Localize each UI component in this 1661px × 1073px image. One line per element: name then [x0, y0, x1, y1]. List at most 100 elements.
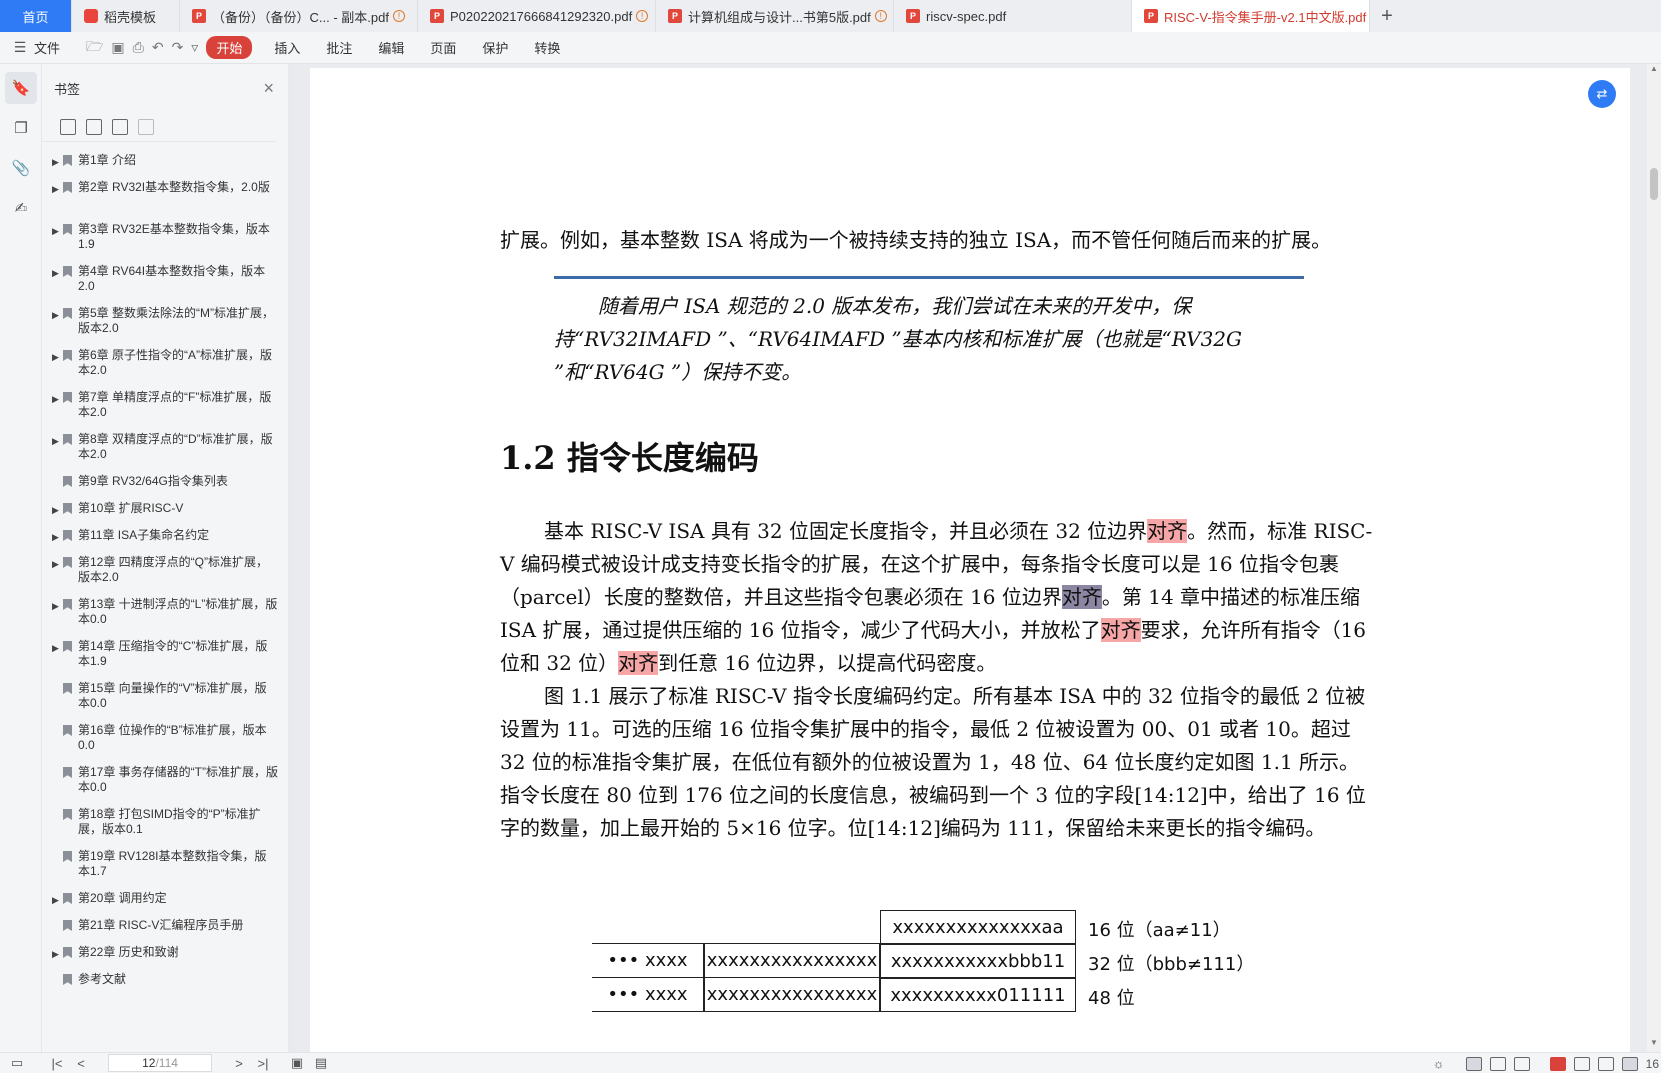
- menu-protect[interactable]: 保护: [482, 38, 508, 57]
- expand-all-icon[interactable]: [60, 118, 76, 135]
- tab-pdf-active[interactable]: PRISC-V-指令集手册-v2.1中文版.pdf×: [1132, 0, 1370, 32]
- bookmark-item[interactable]: ▶ 第13章 十进制浮点的“L”标准扩展，版本0.0: [42, 594, 288, 636]
- chevron-right-icon[interactable]: ▶: [52, 224, 62, 239]
- bookmark-item[interactable]: ▶ 第20章 调用约定: [42, 888, 288, 915]
- tab-pdf-2[interactable]: P P020220217666841292320.pdf!: [418, 0, 656, 32]
- translate-icon[interactable]: ⇄: [1588, 80, 1616, 108]
- tab-docer[interactable]: 稻壳模板: [72, 0, 180, 32]
- bookmark-item[interactable]: ▶ 第7章 单精度浮点的“F”标准扩展，版本2.0: [42, 387, 288, 429]
- chevron-right-icon[interactable]: ▶: [52, 557, 62, 572]
- bookmark-item[interactable]: ▶ 第14章 压缩指令的“C”标准扩展，版本1.9: [42, 636, 288, 678]
- page-number-input[interactable]: 12/114: [108, 1054, 212, 1072]
- bookmark-item[interactable]: 第16章 位操作的“B”标准扩展，版本0.0: [42, 720, 288, 762]
- bookmark-item[interactable]: ▶ 第11章 ISA子集命名约定: [42, 525, 288, 552]
- first-page-icon[interactable]: |<: [50, 1056, 64, 1071]
- last-page-icon[interactable]: >|: [256, 1056, 270, 1071]
- bookmark-item[interactable]: 参考文献: [42, 969, 288, 996]
- zoom-level[interactable]: 16: [1646, 1057, 1659, 1071]
- fit-width-icon[interactable]: ▤: [314, 1055, 328, 1070]
- chevron-right-icon[interactable]: ▶: [52, 503, 62, 518]
- chevron-right-icon[interactable]: ▶: [52, 641, 62, 656]
- tab-label: 首页: [22, 9, 49, 25]
- tab-home[interactable]: 首页: [0, 0, 72, 32]
- menu-convert[interactable]: 转换: [534, 38, 560, 57]
- pdf-icon: P: [668, 9, 682, 23]
- play-icon[interactable]: [1549, 1056, 1566, 1071]
- chevron-right-icon[interactable]: ▶: [52, 350, 62, 365]
- bookmark-item[interactable]: 第21章 RISC-V汇编程序员手册: [42, 915, 288, 942]
- bookmark-item[interactable]: ▶ 第22章 历史和致谢: [42, 942, 288, 969]
- chevron-right-icon[interactable]: ▶: [52, 893, 62, 908]
- bookmark-item[interactable]: ▶ 第6章 原子性指令的“A”标准扩展，版本2.0: [42, 345, 288, 387]
- bookmark-item[interactable]: ▶ 第3章 RV32E基本整数指令集，版本1.9: [42, 219, 288, 261]
- close-icon[interactable]: ×: [263, 78, 274, 99]
- chevron-right-icon[interactable]: ▶: [52, 182, 62, 197]
- bookmark-icon: [63, 920, 72, 931]
- tab-pdf-1[interactable]: P （备份）（备份）C... - 副本.pdf!: [180, 0, 418, 32]
- next-page-icon[interactable]: >: [232, 1056, 246, 1071]
- fit-page-icon[interactable]: ▣: [290, 1055, 304, 1070]
- bookmark-item[interactable]: ▶ 第12章 四精度浮点的“Q”标准扩展，版本2.0: [42, 552, 288, 594]
- file-menu-button[interactable]: ☰ 文件: [12, 38, 60, 57]
- bookmark-item[interactable]: ▶ 第8章 双精度浮点的“D”标准扩展，版本2.0: [42, 429, 288, 471]
- bookmark-item[interactable]: 第19章 RV128I基本整数指令集，版本1.7: [42, 846, 288, 888]
- single-page-view-icon[interactable]: [1465, 1056, 1482, 1071]
- fit-icon[interactable]: [1573, 1056, 1590, 1071]
- chevron-right-icon[interactable]: ▶: [52, 530, 62, 545]
- rotate-icon[interactable]: [1597, 1056, 1614, 1071]
- pages-icon: ❐: [14, 120, 28, 137]
- undo-icon[interactable]: ↶: [152, 39, 164, 56]
- warning-icon: !: [392, 10, 405, 22]
- chevron-right-icon[interactable]: ▶: [52, 155, 62, 170]
- fullscreen-icon[interactable]: [1621, 1056, 1638, 1071]
- bookmark-panel-button[interactable]: 🔖: [5, 72, 37, 104]
- save-icon[interactable]: ▣: [111, 39, 124, 56]
- tab-pdf-4[interactable]: Priscv-spec.pdf: [894, 0, 1132, 32]
- chevron-down-icon[interactable]: ▿: [191, 39, 198, 56]
- vertical-scrollbar[interactable]: ▲ ▼: [1647, 64, 1661, 1052]
- bookmark-item[interactable]: 第18章 打包SIMD指令的“P”标准扩展，版本0.1: [42, 804, 288, 846]
- scroll-down-icon[interactable]: ▼: [1647, 1038, 1661, 1052]
- menu-insert[interactable]: 插入: [274, 38, 300, 57]
- menu-edit[interactable]: 编辑: [378, 38, 404, 57]
- attachment-panel-button[interactable]: 📎: [5, 152, 37, 184]
- bookmark-item[interactable]: ▶ 第5章 整数乘法除法的“M”标准扩展，版本2.0: [42, 303, 288, 345]
- prev-page-icon[interactable]: <: [74, 1056, 88, 1071]
- open-folder-icon[interactable]: 🗁: [86, 36, 103, 60]
- chevron-right-icon[interactable]: ▶: [52, 392, 62, 407]
- remove-bookmark-icon[interactable]: [138, 118, 154, 135]
- chevron-right-icon[interactable]: ▶: [52, 947, 62, 962]
- bookmark-item[interactable]: 第17章 事务存储器的“T”标准扩展，版本0.0: [42, 762, 288, 804]
- bookmark-item[interactable]: ▶ 第10章 扩展RISC-V: [42, 498, 288, 525]
- collapse-all-icon[interactable]: [86, 118, 102, 135]
- two-page-view-icon[interactable]: [1513, 1056, 1530, 1071]
- scroll-thumb[interactable]: [1650, 168, 1658, 200]
- bookmark-icon: [63, 893, 72, 904]
- tab-pdf-3[interactable]: P 计算机组成与设计...书第5版.pdf!: [656, 0, 894, 32]
- eye-care-icon[interactable]: ☼: [1432, 1056, 1446, 1071]
- bookmark-item[interactable]: ▶ 第1章 介绍: [42, 150, 288, 177]
- add-bookmark-icon[interactable]: [112, 118, 128, 135]
- menu-page[interactable]: 页面: [430, 38, 456, 57]
- scroll-up-icon[interactable]: ▲: [1647, 64, 1661, 78]
- bookmark-item[interactable]: ▶ 第4章 RV64I基本整数指令集，版本2.0: [42, 261, 288, 303]
- redo-icon[interactable]: ↷: [172, 39, 184, 56]
- bookmark-item[interactable]: 第15章 向量操作的“V”标准扩展，版本0.0: [42, 678, 288, 720]
- tab-start[interactable]: 开始: [206, 36, 253, 59]
- chevron-right-icon[interactable]: ▶: [52, 308, 62, 323]
- chevron-right-icon[interactable]: ▶: [52, 434, 62, 449]
- menu-annotate[interactable]: 批注: [326, 38, 352, 57]
- print-icon[interactable]: ⎙: [133, 39, 144, 56]
- signature-panel-button[interactable]: ✍: [5, 192, 37, 224]
- bookmark-label: 第12章 四精度浮点的“Q”标准扩展，版本2.0: [78, 555, 269, 584]
- pdf-icon: P: [906, 9, 920, 23]
- bookmark-item[interactable]: 第9章 RV32/64G指令集列表: [42, 471, 288, 498]
- chevron-right-icon[interactable]: ▶: [52, 599, 62, 614]
- document-viewport[interactable]: ⇄ 扩展。例如，基本整数 ISA 将成为一个被持续支持的独立 ISA，而不管任何…: [294, 64, 1647, 1052]
- continuous-view-icon[interactable]: [1489, 1056, 1506, 1071]
- new-tab-button[interactable]: +: [1370, 0, 1404, 32]
- chevron-right-icon[interactable]: ▶: [52, 266, 62, 281]
- sidebar-toggle-icon[interactable]: ▭: [10, 1055, 24, 1070]
- bookmark-item[interactable]: ▶ 第2章 RV32I基本整数指令集，2.0版: [42, 177, 288, 219]
- thumbnail-panel-button[interactable]: ❐: [5, 112, 37, 144]
